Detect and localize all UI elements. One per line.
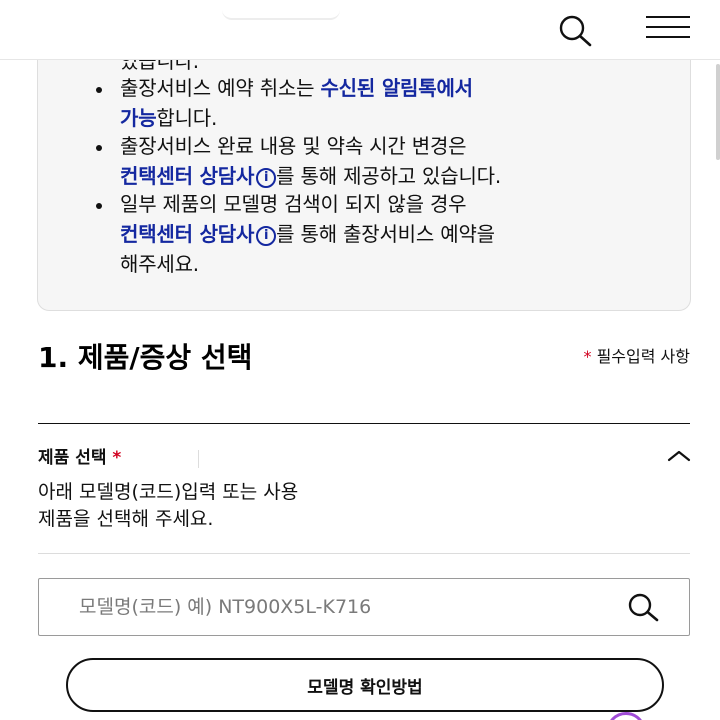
notice-item-2-cont: 컨택센터 상담사 i 를 통해 제공하고 있습니다. <box>120 164 501 188</box>
info-icon[interactable]: i <box>256 226 277 246</box>
notice-item-1-text: 출장서비스 예약 취소는 <box>120 76 321 100</box>
notice-item-1-cont: 가능합니다. <box>120 106 217 130</box>
required-note: * 필수입력 사항 <box>584 346 691 368</box>
search-icon <box>628 593 659 622</box>
required-star: * <box>583 347 592 366</box>
alimtalk-link-cont[interactable]: 가능 <box>120 106 157 130</box>
search-icon <box>559 15 592 47</box>
model-search-input[interactable] <box>79 579 619 635</box>
contact-center-link[interactable]: 컨택센터 상담사 <box>120 222 254 246</box>
contact-center-link[interactable]: 컨택센터 상담사 <box>120 164 254 188</box>
header-menu-button[interactable] <box>646 16 690 40</box>
model-search-box <box>38 578 690 636</box>
model-name-help-button[interactable]: 모델명 확인방법 <box>66 658 664 712</box>
hamburger-menu-icon <box>646 16 690 18</box>
product-select-label[interactable]: 제품 선택 * <box>38 446 121 470</box>
notice-box: 있습니다. 출장서비스 예약 취소는 수신된 알림톡에서 가능합니다. 출장서비… <box>37 30 691 311</box>
bullet <box>96 87 102 93</box>
chatbot-icon[interactable] <box>606 712 646 720</box>
hamburger-line <box>646 26 690 28</box>
label-separator <box>198 450 199 468</box>
notice-item-1-suffix: 합니다. <box>156 106 218 130</box>
top-header <box>0 0 720 60</box>
description-line: 제품을 선택해 주세요. <box>38 508 214 530</box>
page-scrollbar[interactable] <box>716 64 720 160</box>
hamburger-line <box>646 36 690 38</box>
notice-item-3-suffix: 를 통해 출장서비스 예약을 <box>276 222 495 246</box>
chevron-up-icon <box>667 450 691 462</box>
collapse-toggle[interactable] <box>666 446 692 466</box>
bullet <box>96 145 102 151</box>
notice-item-3-cont: 컨택센터 상담사 i 를 통해 출장서비스 예약을 <box>120 222 495 246</box>
header-search-button[interactable] <box>556 14 596 48</box>
required-star: * <box>112 448 122 468</box>
model-search-button[interactable] <box>619 587 667 627</box>
description-line: 아래 모델명(코드)입력 또는 사용 <box>38 481 299 503</box>
notice-item-3-cont2: 해주세요. <box>120 252 199 276</box>
info-icon[interactable]: i <box>256 168 277 188</box>
section-title: 1. 제품/증상 선택 <box>38 341 253 374</box>
notice-item-2: 출장서비스 완료 내용 및 약속 시간 변경은 <box>120 134 467 158</box>
bullet <box>96 203 102 209</box>
product-select-label-text: 제품 선택 <box>38 448 107 468</box>
logo-fragment <box>222 10 340 20</box>
notice-item-1: 출장서비스 예약 취소는 수신된 알림톡에서 <box>120 76 473 100</box>
required-note-text: 필수입력 사항 <box>591 347 690 366</box>
product-select-description: 아래 모델명(코드)입력 또는 사용 제품을 선택해 주세요. <box>38 479 438 533</box>
alimtalk-link[interactable]: 수신된 알림톡에서 <box>320 76 473 100</box>
notice-item-3: 일부 제품의 모델명 검색이 되지 않을 경우 <box>120 192 467 216</box>
notice-item-2-suffix: 를 통해 제공하고 있습니다. <box>276 164 502 188</box>
content-divider <box>38 553 690 554</box>
section-divider <box>38 423 690 424</box>
